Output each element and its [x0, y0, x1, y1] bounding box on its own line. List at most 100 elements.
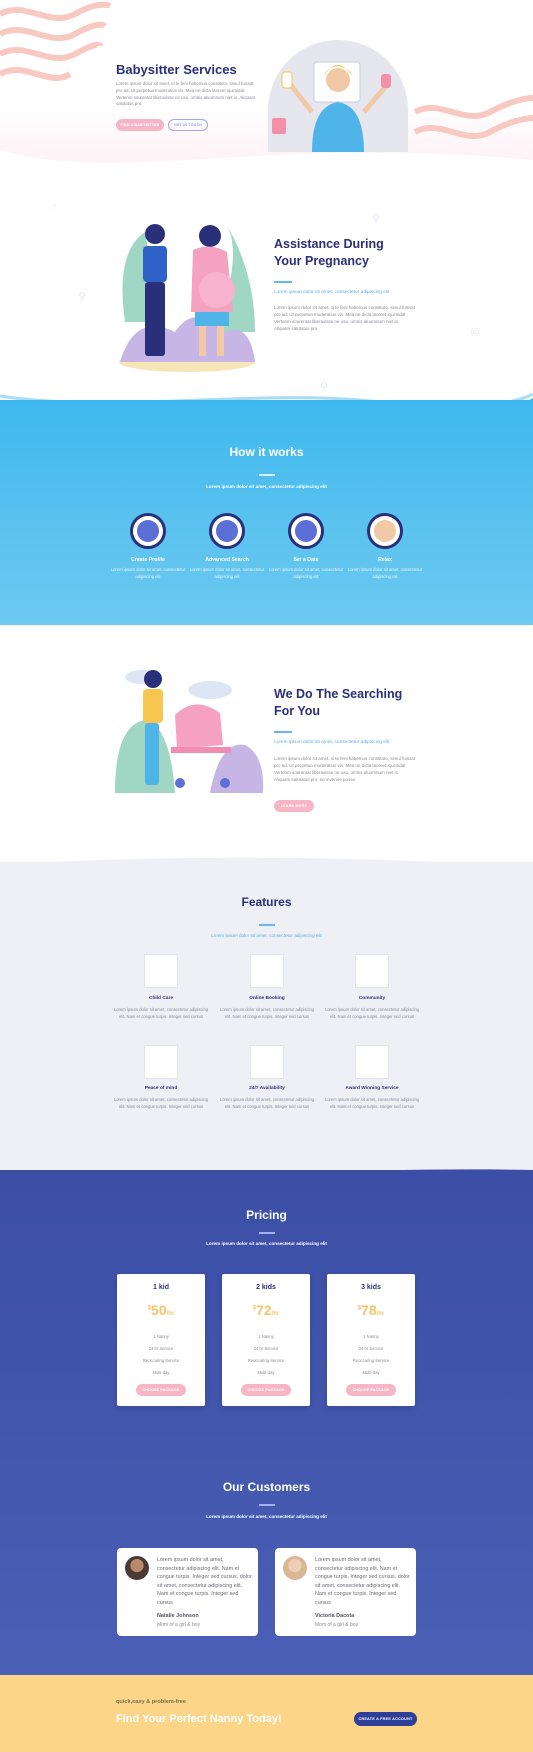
community-icon — [355, 954, 389, 988]
feature-desc: Lorem ipsum dolor sit amet, consectetur … — [113, 1007, 209, 1019]
pricing-customers-section: Pricing Lorem ipsum dolor sit amet, cons… — [0, 1170, 533, 1675]
searching-subtitle: Lorem ipsum dolor sit amet, consectetur … — [274, 740, 390, 745]
avatar — [283, 1556, 307, 1580]
feature-desc: Lorem ipsum dolor sit amet, consectetur … — [324, 1007, 420, 1019]
award-icon — [355, 1045, 389, 1079]
feature-desc: Lorem ipsum dolor sit amet, consectetur … — [324, 1097, 420, 1109]
calendar-icon — [288, 513, 324, 549]
plan-feature: Reoccuring Service — [247, 1358, 285, 1363]
hero-background-waves — [0, 1, 533, 185]
testimonial-role: Mom of a girl & boy — [157, 1622, 201, 1628]
how-title: How it works — [229, 445, 304, 459]
child-care-icon — [144, 954, 178, 988]
testimonial-name: Victoria Dacota — [315, 1613, 355, 1619]
assistance-divider — [274, 281, 292, 283]
testimonial-text: Lorem ipsum dolor sit amet, consectetur … — [315, 1557, 410, 1606]
feature-desc: Lorem ipsum dolor sit amet, consectetur … — [219, 1007, 315, 1019]
customers-subtitle: Lorem ipsum dolor sit amet, consectetur … — [206, 1514, 327, 1519]
feature-desc: Lorem ipsum dolor sit amet, consectetur … — [219, 1097, 315, 1109]
plan-feature: Multi-day — [257, 1370, 275, 1375]
find-babysitter-button[interactable]: Find a Babysitter — [116, 119, 164, 131]
pricing-divider — [259, 1232, 275, 1234]
testimonial-card: Lorem ipsum dolor sit amet, consectetur … — [275, 1548, 416, 1636]
testimonial-role: Mom of a girl & boy — [315, 1622, 359, 1628]
plan-price: $72/hr — [252, 1302, 280, 1318]
stroller-illustration — [115, 670, 264, 793]
advanced-search-icon — [209, 513, 245, 549]
assistance-title-line1: Assistance During — [274, 237, 384, 251]
get-in-touch-button[interactable]: Get in Touch — [168, 119, 208, 131]
features-subtitle: Lorem ipsum dolor sit amet, consectetur … — [211, 933, 322, 938]
customers-title: Our Customers — [222, 1480, 311, 1494]
step-desc: Lorem ipsum dolor sit amet, consectetur … — [189, 567, 265, 579]
plan-feature: 1 Nanny — [363, 1334, 379, 1339]
plan-feature: 1 Nanny — [258, 1334, 274, 1339]
choose-package-button[interactable]: Choose Package — [346, 1384, 396, 1396]
step-desc: Lorem ipsum dolor sit amet, consectetur … — [268, 567, 344, 579]
plan-price: $50/hr — [147, 1302, 175, 1318]
create-profile-icon — [130, 513, 166, 549]
step-title: Relax — [378, 557, 392, 563]
pricing-title: Pricing — [246, 1208, 287, 1222]
hero-text: Lorem ipsum dolor sit amet, si te feni h… — [116, 81, 256, 107]
pacifier-icon: ◎ — [470, 326, 480, 338]
plan-name: 3 kids — [361, 1284, 381, 1291]
learn-more-button[interactable]: Learn More — [274, 800, 314, 812]
features-divider — [259, 924, 275, 926]
plan-name: 1 kid — [153, 1284, 169, 1291]
step-desc: Lorem ipsum dolor sit amet, consectetur … — [347, 567, 423, 579]
searching-divider — [274, 731, 292, 733]
plan-feature: Multi-day — [362, 1370, 380, 1375]
cta-headline: Find Your Perfect Nanny Today! — [116, 1713, 282, 1725]
bottle-icon: ♁ — [50, 200, 59, 212]
rattle-icon: ⚲ — [372, 213, 381, 225]
searching-title-line2: For You — [274, 704, 321, 718]
pricing-card-3: 3 kids $78/hr 1 Nanny 24 hr Service Reoc… — [327, 1274, 415, 1406]
feature-title: Peace of mind — [144, 1086, 178, 1091]
feature-title: Community — [358, 996, 386, 1001]
pricing-card-2: 2 kids $72/hr 1 Nanny 24 hr Service Reoc… — [222, 1274, 310, 1406]
avatar — [125, 1556, 149, 1580]
cta-tagline: quick,easy & problem-free — [116, 1699, 186, 1705]
plan-feature: 24 hr Service — [253, 1346, 279, 1351]
feature-title: Award Winning Service — [345, 1086, 399, 1091]
step-title: Set a Date — [293, 557, 319, 563]
hero-title: Babysitter Services — [116, 62, 237, 77]
pregnancy-illustration — [119, 222, 255, 372]
searching-title-line1: We Do The Searching — [274, 687, 403, 701]
assistance-title-line2: Your Pregnancy — [274, 254, 369, 268]
cta-footer: quick,easy & problem-free Find Your Perf… — [0, 1675, 533, 1752]
plan-feature: Multi-day — [152, 1370, 170, 1375]
choose-package-button[interactable]: Choose Package — [136, 1384, 186, 1396]
testimonial-text: Lorem ipsum dolor sit amet, consectetur … — [157, 1557, 252, 1606]
how-divider — [259, 474, 275, 476]
feature-title: 24/7 Availability — [249, 1086, 285, 1091]
choose-package-button[interactable]: Choose Package — [241, 1384, 291, 1396]
step-title: Advanced Search — [205, 557, 249, 563]
online-booking-icon — [250, 954, 284, 988]
plan-name: 2 kids — [256, 1284, 276, 1291]
hero-illustration — [272, 61, 391, 152]
create-account-button[interactable]: Create a Free Account — [354, 1712, 417, 1726]
searching-text: Lorem ipsum dolor sit amet, si te feni h… — [274, 756, 416, 782]
plan-price: $78/hr — [357, 1302, 385, 1318]
pricing-subtitle: Lorem ipsum dolor sit amet, consectetur … — [206, 1241, 327, 1246]
plan-feature: 24 hr Service — [358, 1346, 384, 1351]
assistance-text: Lorem ipsum dolor sit amet, si te feni h… — [274, 305, 416, 331]
plan-feature: Reoccuring Service — [352, 1358, 390, 1363]
customers-divider — [259, 1504, 275, 1506]
relax-icon — [367, 513, 403, 549]
assistance-subtitle: Lorem ipsum dolor sit amet, consectetur … — [274, 290, 390, 295]
plan-feature: 1 Nanny — [153, 1334, 169, 1339]
how-subtitle: Lorem ipsum dolor sit amet, consectetur … — [206, 484, 327, 489]
features-title: Features — [241, 895, 292, 909]
features-section: Features Lorem ipsum dolor sit amet, con… — [0, 862, 533, 1182]
peace-of-mind-icon — [144, 1045, 178, 1079]
clock-icon — [250, 1045, 284, 1079]
hero-section: Babysitter Services Lorem ipsum dolor si… — [0, 0, 533, 185]
pricing-card-1: 1 kid $50/hr 1 Nanny 24 hr Service Reocc… — [117, 1274, 205, 1406]
feature-title: Child Care — [149, 996, 173, 1001]
rattle-icon: ⚲ — [78, 291, 87, 303]
plan-feature: Reoccuring Service — [142, 1358, 180, 1363]
testimonial-name: Natalie Johnson — [157, 1613, 199, 1619]
